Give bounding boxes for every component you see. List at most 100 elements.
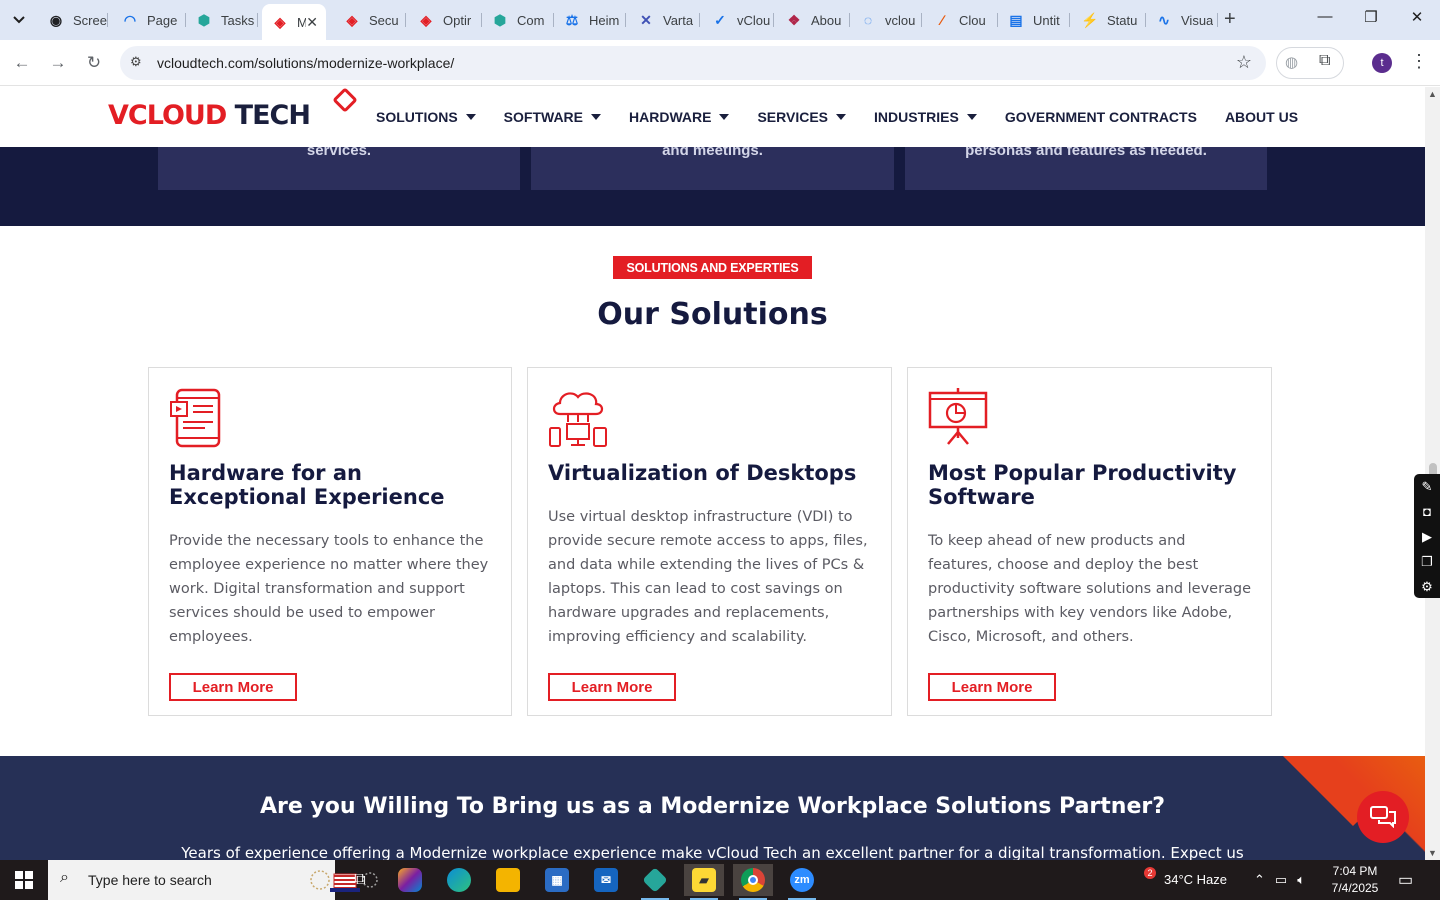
weather-badge: 2 — [1144, 867, 1156, 879]
tab-title: Secu — [369, 12, 399, 28]
tab-title: Scree — [73, 12, 107, 28]
search-placeholder: Type here to search — [88, 872, 212, 888]
maximize-button[interactable]: ❐ — [1356, 8, 1386, 26]
bookmark-star-icon[interactable]: ☆ — [1236, 52, 1252, 73]
browser-tab[interactable]: ◠ Page — [112, 6, 186, 34]
arrow-right-icon: → — [49, 53, 67, 72]
learn-more-button[interactable]: Learn More — [169, 673, 297, 701]
scroll-up-arrow[interactable]: ▲ — [1428, 89, 1437, 99]
browser-tab[interactable]: ◈ Optir — [408, 6, 482, 34]
tab-favicon-icon: ◈ — [420, 11, 432, 28]
copilot-icon — [398, 868, 422, 892]
tab-favicon-icon: ▤ — [1009, 11, 1023, 28]
task-view-icon: ⧉ — [354, 871, 366, 888]
app-pinned[interactable] — [635, 864, 675, 900]
video-icon[interactable]: ▶ — [1414, 524, 1440, 549]
tab-favicon-icon: ❖ — [787, 11, 801, 28]
browser-tab[interactable]: ❖ Abou — [776, 6, 850, 34]
camera-icon[interactable]: ◘ — [1414, 499, 1440, 524]
clock-time: 7:04 PM — [1332, 864, 1378, 878]
back-button[interactable]: ← — [10, 51, 34, 75]
browser-tab[interactable]: ◌ vclou — [850, 6, 922, 34]
browser-tab[interactable]: ◉ Scree — [38, 6, 108, 34]
nav-item-industries[interactable]: INDUSTRIES — [874, 109, 977, 125]
tab-title: M — [297, 14, 307, 30]
settings-gear-icon[interactable]: ⚙ — [1414, 574, 1440, 599]
reload-button[interactable]: ↻ — [82, 51, 106, 75]
taskbar-search-box[interactable]: ⌕ Type here to search — [48, 860, 378, 900]
profile-avatar[interactable]: t — [1372, 53, 1392, 73]
tab-search-button[interactable] — [6, 8, 32, 32]
start-button[interactable] — [0, 860, 48, 900]
browser-tab-active[interactable]: ◈ M ✕ — [262, 4, 326, 40]
minimize-button[interactable]: — — [1310, 8, 1340, 25]
nav-item-label: GOVERNMENT CONTRACTS — [1004, 109, 1197, 125]
pin-icon[interactable]: ✎ — [1414, 474, 1440, 499]
browser-tab[interactable]: ⚖ Heim — [554, 6, 626, 34]
chevron-up-icon[interactable]: ⌃ — [1254, 872, 1265, 888]
notifications-icon[interactable]: ▭ — [1398, 860, 1413, 900]
tab-favicon-icon: ∕ — [940, 12, 944, 28]
browser-tab[interactable]: ⚡ Statu — [1072, 6, 1146, 34]
store-app[interactable]: ▦ — [537, 864, 577, 896]
browser-tab[interactable]: ∿ Visua — [1146, 6, 1218, 34]
solution-card: Virtualization of Desktops Use virtual d… — [527, 367, 892, 716]
nav-item-solutions[interactable]: SOLUTIONS — [376, 109, 476, 125]
nav-item-services[interactable]: SERVICES — [757, 109, 847, 125]
browser-tab[interactable]: ▤ Untit — [998, 6, 1070, 34]
section-title: Our Solutions — [597, 297, 828, 332]
clock[interactable]: 7:04 PM 7/4/2025 — [1320, 863, 1390, 897]
browser-tab[interactable]: ∕ Clou — [924, 6, 998, 34]
browser-menu-icon[interactable]: ⋮ — [1410, 51, 1428, 72]
browser-tab[interactable]: ✕ Varta — [628, 6, 700, 34]
file-explorer-app[interactable] — [488, 864, 528, 896]
copilot-app[interactable] — [390, 864, 430, 896]
tab-title: Page — [147, 12, 178, 28]
browser-tab[interactable]: ✓ vClou — [702, 6, 774, 34]
browser-tab[interactable]: ⬢ Com — [482, 6, 554, 34]
chat-widget-button[interactable] — [1357, 791, 1409, 843]
browser-tab[interactable]: ⬢ Tasks — [186, 6, 258, 34]
zoom-app[interactable]: zm — [782, 864, 822, 900]
tab-favicon-icon: ⚡ — [1081, 11, 1099, 28]
forward-button[interactable]: → — [46, 51, 70, 75]
volume-icon[interactable]: 🔈︎ — [1297, 872, 1305, 888]
chrome-app[interactable] — [733, 864, 773, 900]
solution-card: Most Popular Productivity Software To ke… — [907, 367, 1272, 716]
learn-more-button[interactable]: Learn More — [548, 673, 676, 701]
nav-item-software[interactable]: SOFTWARE — [503, 109, 602, 125]
task-view-button[interactable]: ⧉ — [340, 864, 380, 896]
logo-v: V — [108, 100, 129, 131]
nav-item-label: SOFTWARE — [503, 109, 584, 125]
browser-tab[interactable]: ◈ Secu — [334, 6, 406, 34]
site-info-icon[interactable]: ⚙ — [130, 54, 142, 70]
nav-item-government-contracts[interactable]: GOVERNMENT CONTRACTS — [1005, 109, 1197, 125]
nav-item-label: INDUSTRIES — [874, 109, 959, 125]
scroll-down-arrow[interactable]: ▼ — [1428, 848, 1437, 858]
card-body: To keep ahead of new products and featur… — [928, 533, 1252, 645]
mail-app[interactable]: ✉ — [586, 864, 626, 896]
address-bar[interactable]: ⚙ vcloudtech.com/solutions/modernize-wor… — [120, 46, 1266, 80]
tab-close-icon[interactable]: ✕ — [306, 14, 318, 31]
clock-date: 7/4/2025 — [1331, 881, 1379, 895]
tab-title: Untit — [1033, 12, 1060, 28]
tab-favicon-icon: ◠ — [123, 11, 137, 28]
copy-icon[interactable]: ❐ — [1414, 549, 1440, 574]
extensions-group: ◍ ⧉ — [1276, 47, 1344, 79]
nav-item-about-us[interactable]: ABOUT US — [1225, 109, 1298, 125]
sticky-notes-app[interactable]: ▰ — [684, 864, 724, 900]
learn-more-button[interactable]: Learn More — [928, 673, 1056, 701]
url-text[interactable]: vcloudtech.com/solutions/modernize-workp… — [157, 55, 454, 71]
network-icon[interactable]: ▭ — [1275, 872, 1287, 888]
reload-icon: ↻ — [86, 53, 102, 72]
presentation-board-icon — [928, 388, 988, 445]
puzzle-icon[interactable]: ⧉ — [1319, 52, 1330, 70]
windows-logo-icon — [15, 871, 33, 889]
edge-app[interactable] — [439, 864, 479, 896]
tab-favicon-icon: ∿ — [1158, 11, 1170, 28]
nav-item-hardware[interactable]: HARDWARE — [629, 109, 730, 125]
globe-icon[interactable]: ◍ — [1285, 53, 1298, 71]
chevron-down-icon — [13, 16, 25, 24]
close-window-button[interactable]: ✕ — [1402, 8, 1432, 26]
new-tab-button[interactable]: + — [1224, 9, 1236, 29]
